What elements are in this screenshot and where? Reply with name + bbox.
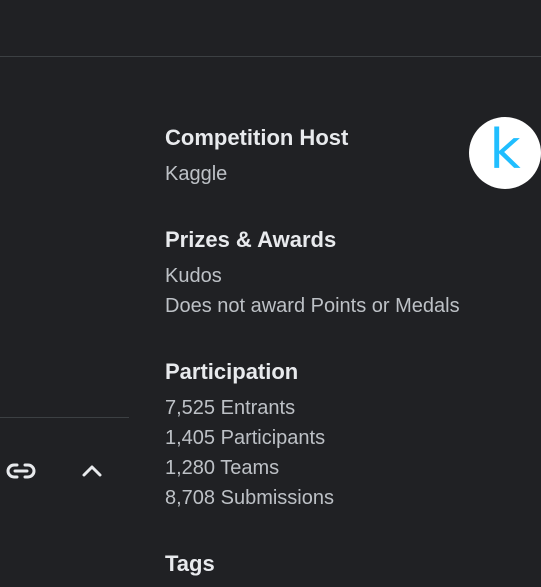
collapse-button[interactable] [72, 451, 112, 491]
host-avatar[interactable]: k [469, 117, 541, 189]
prize-line: Kudos [165, 265, 222, 287]
prize-line: Does not award Points or Medals [165, 295, 460, 317]
kaggle-logo-icon: k [489, 118, 521, 181]
host-name[interactable]: Kaggle [165, 159, 348, 189]
copy-link-button[interactable] [1, 451, 41, 491]
teams-count: 1,280 Teams [165, 457, 280, 479]
top-divider [0, 56, 541, 57]
entrants-count: 7,525 Entrants [165, 397, 296, 419]
left-panel-divider [0, 417, 129, 418]
competition-host-section: Competition Host Kaggle [165, 123, 348, 189]
competition-host-heading: Competition Host [165, 125, 349, 150]
link-icon [6, 463, 36, 479]
prizes-awards-heading: Prizes & Awards [165, 227, 337, 252]
chevron-up-icon [82, 465, 102, 477]
tags-section: Tags [165, 549, 215, 579]
participation-section: Participation 7,525 Entrants 1,405 Parti… [165, 357, 334, 513]
submissions-count: 8,708 Submissions [165, 487, 334, 509]
prizes-awards-section: Prizes & Awards Kudos Does not award Poi… [165, 225, 460, 321]
tags-heading: Tags [165, 551, 215, 576]
participants-count: 1,405 Participants [165, 427, 326, 449]
participation-heading: Participation [165, 359, 299, 384]
